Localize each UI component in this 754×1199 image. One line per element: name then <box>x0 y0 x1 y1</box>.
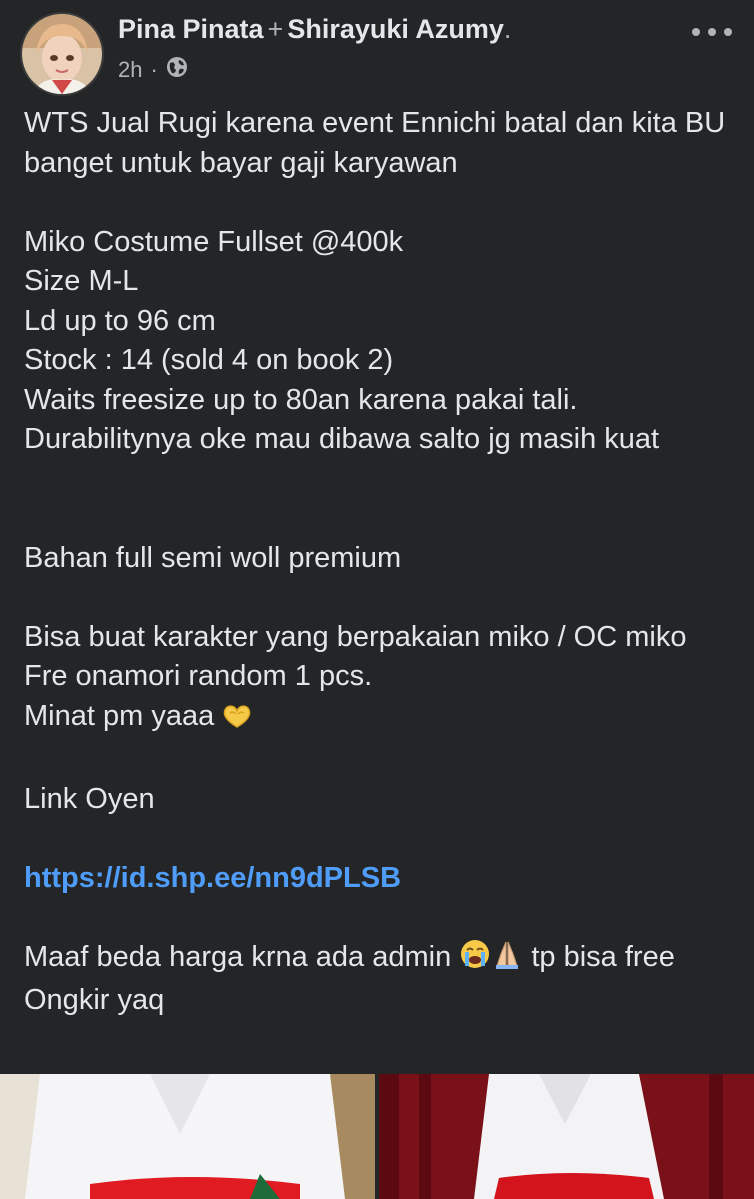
post-line: Ld up to 96 cm <box>24 304 216 337</box>
page-suffix: . <box>503 14 512 44</box>
globe-icon <box>166 56 188 84</box>
author-avatar[interactable] <box>22 14 102 94</box>
post-photo[interactable] <box>0 1074 375 1199</box>
post-line-with-emoji: Maaf beda harga krna ada admin tp bisa f… <box>24 938 734 1021</box>
post-line-text: Maaf beda harga krna ada admin <box>24 940 452 973</box>
post-photo[interactable] <box>379 1074 754 1199</box>
heart-hands-emoji <box>222 701 252 741</box>
post-line-text: Minat pm yaaa <box>24 699 215 732</box>
post-line: Durabilitynya oke mau dibawa salto jg ma… <box>24 423 660 455</box>
post-line: Link Oyen <box>24 782 155 815</box>
more-options-icon[interactable] <box>692 22 732 42</box>
post-line: Miko Costume Fullset @400k <box>24 225 404 258</box>
shop-link[interactable]: https://id.shp.ee/nn9dPLSB <box>24 862 401 894</box>
post-line: Waits freesize up to 80an karena pakai t… <box>24 383 578 416</box>
post-body: WTS Jual Rugi karena event Ennichi batal… <box>24 104 734 1021</box>
crying-face-emoji <box>459 938 491 982</box>
post-timestamp[interactable]: 2h <box>118 57 142 83</box>
post-meta: 2h · <box>118 56 188 84</box>
post-line: Stock : 14 (sold 4 on book 2) <box>24 344 394 376</box>
post-title: Pina Pinata + Shirayuki Azumy. <box>118 14 511 45</box>
post-line: WTS Jual Rugi karena event Ennichi batal… <box>24 107 734 179</box>
post-line-with-emoji: Minat pm yaaa <box>24 697 734 741</box>
name-connector: + <box>267 14 284 44</box>
post-header: Pina Pinata + Shirayuki Azumy. 2h · <box>0 0 754 100</box>
author-name[interactable]: Pina Pinata <box>118 14 264 44</box>
post-line: Bahan full semi woll premium <box>24 541 402 574</box>
post-line: Bisa buat karakter yang berpakaian miko … <box>24 620 687 653</box>
meta-separator: · <box>150 57 158 82</box>
photo-grid <box>0 1074 754 1199</box>
page-name[interactable]: Shirayuki Azumy <box>287 14 504 44</box>
folded-hands-emoji <box>491 938 523 982</box>
post-line: Fre onamori random 1 pcs. <box>24 660 373 692</box>
post-line: Size M-L <box>24 265 139 297</box>
